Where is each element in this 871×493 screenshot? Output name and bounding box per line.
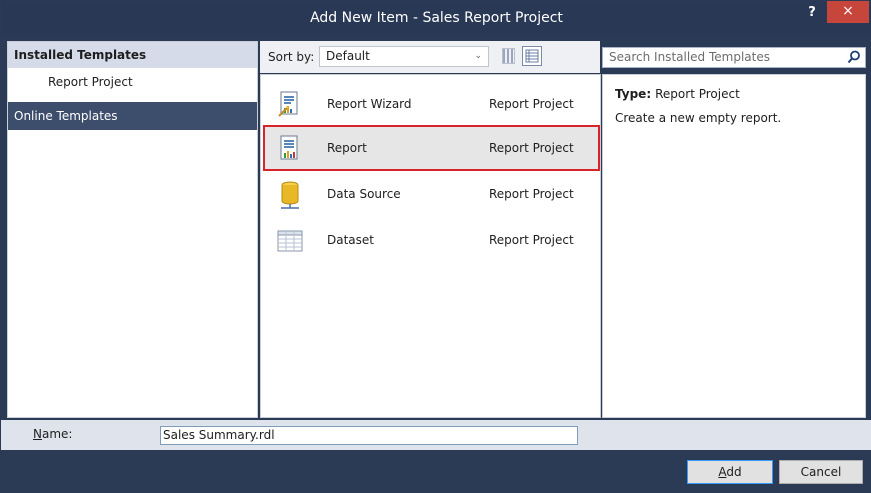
- cancel-button[interactable]: Cancel: [779, 460, 863, 484]
- template-name: Dataset: [327, 233, 374, 247]
- name-label-text: ame:: [41, 427, 73, 441]
- list-view-toggle[interactable]: [522, 46, 542, 66]
- dialog-title: Add New Item - Sales Report Project: [310, 10, 563, 26]
- search-input[interactable]: Search Installed Templates: [602, 47, 866, 68]
- template-type: Report Project: [489, 141, 574, 155]
- search-placeholder: Search Installed Templates: [609, 50, 770, 64]
- add-new-item-dialog: Add New Item - Sales Report Project ? × …: [0, 0, 871, 493]
- template-name: Data Source: [327, 187, 401, 201]
- name-input[interactable]: Sales Summary.rdl: [160, 426, 578, 445]
- small-icons-view-icon[interactable]: [502, 48, 516, 64]
- template-type: Report Project: [489, 233, 574, 247]
- type-value: Report Project: [655, 87, 740, 101]
- close-button[interactable]: ×: [827, 1, 869, 23]
- name-row: Name: Sales Summary.rdl: [1, 420, 871, 450]
- template-list: Report Wizard Report Project Report Repo…: [260, 74, 601, 418]
- report-icon: [280, 135, 298, 160]
- button-bar: Add Cancel: [1, 450, 871, 493]
- dataset-icon: [277, 230, 303, 252]
- template-categories-pane: Installed Templates Report Project Onlin…: [7, 41, 258, 418]
- data-source-icon: [281, 181, 299, 209]
- template-item-data-source[interactable]: Data Source Report Project: [263, 171, 600, 217]
- template-item-dataset[interactable]: Dataset Report Project: [263, 217, 600, 263]
- list-view-icon: [525, 49, 539, 63]
- template-type: Report Project: [489, 187, 574, 201]
- template-item-report-wizard[interactable]: Report Wizard Report Project: [263, 81, 600, 127]
- template-type: Report Project: [489, 97, 574, 111]
- sort-toolbar: Sort by: Default ⌄: [260, 41, 600, 73]
- template-item-report[interactable]: Report Report Project: [263, 125, 600, 171]
- help-button[interactable]: ?: [801, 3, 823, 25]
- sort-by-value: Default: [326, 49, 370, 63]
- sort-by-select[interactable]: Default ⌄: [319, 46, 489, 67]
- name-label: Name:: [33, 427, 72, 441]
- add-label: dd: [726, 465, 742, 479]
- search-icon[interactable]: [847, 50, 861, 64]
- chevron-down-icon: ⌄: [474, 51, 482, 61]
- name-label-accelerator: N: [33, 427, 42, 441]
- type-label: Type:: [615, 87, 652, 101]
- add-button[interactable]: Add: [687, 460, 773, 484]
- installed-templates-header[interactable]: Installed Templates: [8, 42, 257, 68]
- template-name: Report Wizard: [327, 97, 412, 111]
- template-type-line: Type: Report Project: [615, 87, 740, 101]
- report-wizard-icon: [278, 91, 298, 117]
- template-details-pane: Type: Report Project Create a new empty r…: [602, 74, 866, 418]
- title-bar[interactable]: Add New Item - Sales Report Project ? ×: [1, 1, 871, 35]
- category-report-project[interactable]: Report Project: [8, 72, 257, 92]
- template-description: Create a new empty report.: [615, 111, 782, 125]
- sort-by-label: Sort by:: [268, 50, 315, 64]
- template-name: Report: [327, 141, 367, 155]
- close-icon: ×: [842, 3, 854, 19]
- online-templates-header[interactable]: Online Templates: [8, 102, 257, 130]
